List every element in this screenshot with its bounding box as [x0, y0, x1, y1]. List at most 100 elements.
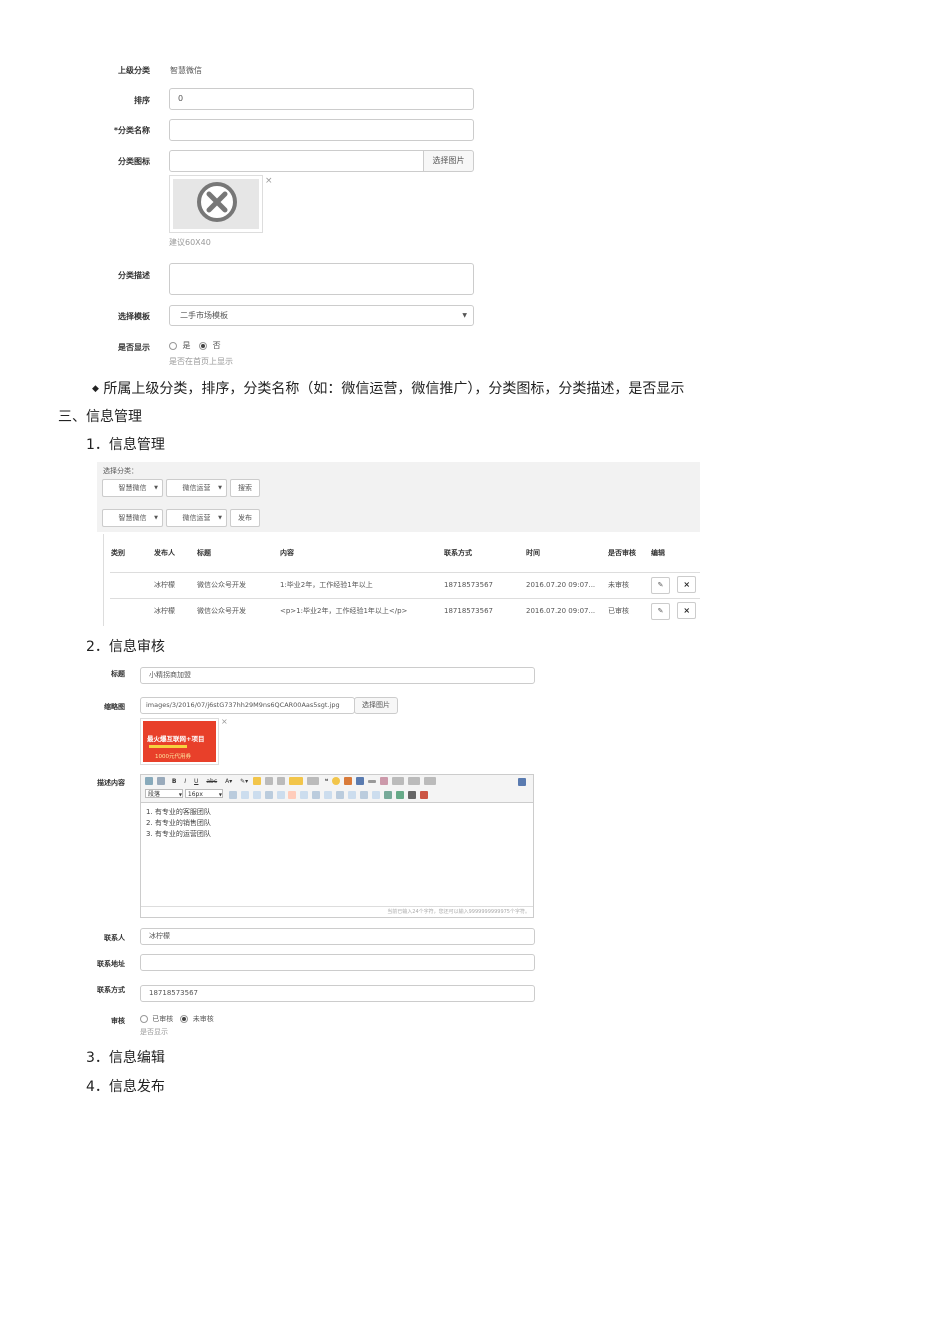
category-select-1[interactable]: 智慧微信 ▼	[102, 479, 163, 497]
table-tool-icon[interactable]	[300, 790, 309, 799]
unordered-list-icon[interactable]	[306, 777, 319, 785]
edit-icon[interactable]: ✎	[651, 577, 670, 594]
icon-preview	[169, 175, 263, 233]
strike-icon[interactable]: abc	[206, 778, 217, 785]
table-tool-icon[interactable]	[336, 790, 345, 799]
toolbar-row-2: 段落 ▼ 16px ▼	[145, 789, 430, 799]
italic-icon[interactable]: I	[184, 778, 186, 785]
table-icon[interactable]	[356, 777, 365, 785]
paragraph-spacing-icon[interactable]	[407, 777, 420, 785]
category-select-3[interactable]: 智慧微信 ▼	[102, 509, 163, 527]
align-right-icon[interactable]	[276, 777, 285, 785]
icon-size-hint: 建议60X40	[169, 238, 211, 247]
find-icon[interactable]	[156, 777, 165, 785]
underline-icon[interactable]: U	[194, 778, 198, 785]
hr-icon[interactable]	[367, 779, 376, 783]
broken-image-icon	[197, 182, 237, 222]
highlight-icon[interactable]: ✎▾	[240, 778, 248, 785]
col-content: 内容	[280, 548, 294, 557]
editor-status-bar: 当前已输入24个字符，您还可以输入9999999999975个字符。	[141, 906, 533, 917]
editor-line: 1. 有专业的客服团队	[146, 808, 211, 816]
info-table: 类别 发布人 标题 内容 联系方式 时间 是否审核 编辑 冰柠檬 微信公众号开发…	[110, 534, 700, 624]
table-tool-icon[interactable]	[276, 790, 285, 799]
desc-label: 分类描述	[118, 271, 150, 280]
preview-icon[interactable]	[419, 790, 428, 799]
emoji-icon[interactable]	[332, 777, 341, 785]
line-height-icon[interactable]	[391, 777, 404, 785]
icon-path-input[interactable]	[169, 150, 424, 172]
bold-icon[interactable]: B	[172, 778, 177, 785]
image-icon[interactable]	[344, 777, 353, 785]
table-tool-icon[interactable]	[359, 790, 368, 799]
print-icon[interactable]	[407, 790, 416, 799]
address-input[interactable]	[140, 954, 535, 971]
editor-body[interactable]: 1. 有专业的客服团队 2. 有专业的销售团队 3. 有专业的运营团队	[141, 803, 533, 903]
icon-select-button[interactable]: 选择图片	[423, 150, 474, 172]
eraser-icon[interactable]	[379, 777, 388, 785]
category-select-4[interactable]: 微信运营 ▼	[166, 509, 227, 527]
remove-icon-close[interactable]: ×	[265, 176, 273, 186]
contact-person-input[interactable]: 冰柠檬	[140, 928, 535, 945]
align-center-icon[interactable]	[265, 777, 274, 785]
table-tool-icon[interactable]	[240, 790, 249, 799]
delete-icon[interactable]: ×	[677, 602, 697, 620]
table-tool-icon[interactable]	[288, 790, 297, 799]
anchor-icon[interactable]	[383, 790, 392, 799]
publish-button[interactable]: 发布	[230, 509, 260, 527]
audit-yes-radio[interactable]	[140, 1015, 148, 1023]
parent-value: 智慧微信	[170, 66, 202, 75]
table-tool-icon[interactable]	[312, 790, 321, 799]
section-heading: 三、信息管理	[58, 409, 142, 425]
audit-no-radio[interactable]	[180, 1015, 189, 1023]
name-label: *分类名称	[113, 126, 150, 135]
review-title-input[interactable]: 小精拐商加盟	[140, 667, 535, 684]
font-color-icon[interactable]: A▾	[225, 778, 232, 785]
align-left-icon[interactable]	[253, 777, 262, 785]
table-tool-icon[interactable]	[348, 790, 357, 799]
paragraph-select[interactable]: 段落 ▼	[145, 789, 183, 798]
item1-heading: 1．信息管理	[86, 437, 165, 453]
dropdown-arrow-icon: ▼	[218, 792, 222, 797]
dropdown-arrow-icon: ▼	[154, 485, 158, 491]
quote-icon[interactable]: ❝	[325, 778, 329, 785]
dropdown-arrow-icon: ▼	[218, 515, 222, 521]
desc-textarea[interactable]	[169, 263, 474, 295]
table-tool-icon[interactable]	[252, 790, 261, 799]
table-tool-icon[interactable]	[371, 790, 380, 799]
info-table-wrap: 类别 发布人 标题 内容 联系方式 时间 是否审核 编辑 冰柠檬 微信公众号开发…	[103, 534, 701, 626]
item3-heading: 3．信息编辑	[86, 1050, 165, 1066]
table-tool-icon[interactable]	[228, 790, 237, 799]
col-category: 类别	[111, 548, 125, 557]
table-tool-icon[interactable]	[324, 790, 333, 799]
thumb-select-button[interactable]: 选择图片	[354, 697, 398, 714]
map-icon[interactable]	[395, 790, 404, 799]
review-title-label: 标题	[111, 670, 125, 678]
phone-input[interactable]: 18718573567	[140, 985, 535, 1002]
show-no-radio[interactable]	[199, 341, 208, 350]
delete-icon[interactable]: ×	[677, 576, 697, 593]
col-time: 时间	[526, 548, 540, 557]
dropdown-arrow-icon: ▼	[218, 485, 222, 491]
indent-icon[interactable]	[423, 777, 436, 785]
template-select[interactable]: 二手市场模板 ▼	[169, 305, 474, 326]
category-select-2[interactable]: 微信运营 ▼	[166, 479, 227, 497]
font-size-select[interactable]: 16px ▼	[184, 789, 223, 798]
ordered-list-icon[interactable]	[288, 777, 303, 785]
table-row: 冰柠檬 微信公众号开发 1:毕业2年，工作经验1年以上 18718573567 …	[110, 572, 700, 598]
thumb-path-input[interactable]: images/3/2016/07/j6stG737hh29M9ns6QCAR00…	[140, 697, 355, 714]
dropdown-arrow-icon: ▼	[462, 312, 467, 319]
sort-input[interactable]: 0	[169, 88, 474, 110]
audit-label: 审核	[111, 1017, 125, 1025]
name-input[interactable]	[169, 119, 474, 141]
edit-icon[interactable]: ✎	[651, 603, 670, 621]
table-tool-icon[interactable]	[264, 790, 273, 799]
search-button[interactable]: 搜索	[230, 479, 260, 497]
fullscreen-icon[interactable]	[518, 778, 526, 786]
bullet-text: 所属上级分类，排序，分类名称（如：微信运营，微信推广），分类图标，分类描述，是否…	[103, 381, 685, 397]
col-status: 是否审核	[608, 548, 636, 557]
remove-thumb-close[interactable]: ×	[221, 717, 228, 726]
dropdown-arrow-icon: ▼	[178, 792, 182, 797]
show-yes-label: 是	[182, 341, 191, 350]
source-icon[interactable]	[145, 777, 153, 785]
show-yes-radio[interactable]	[169, 341, 177, 350]
